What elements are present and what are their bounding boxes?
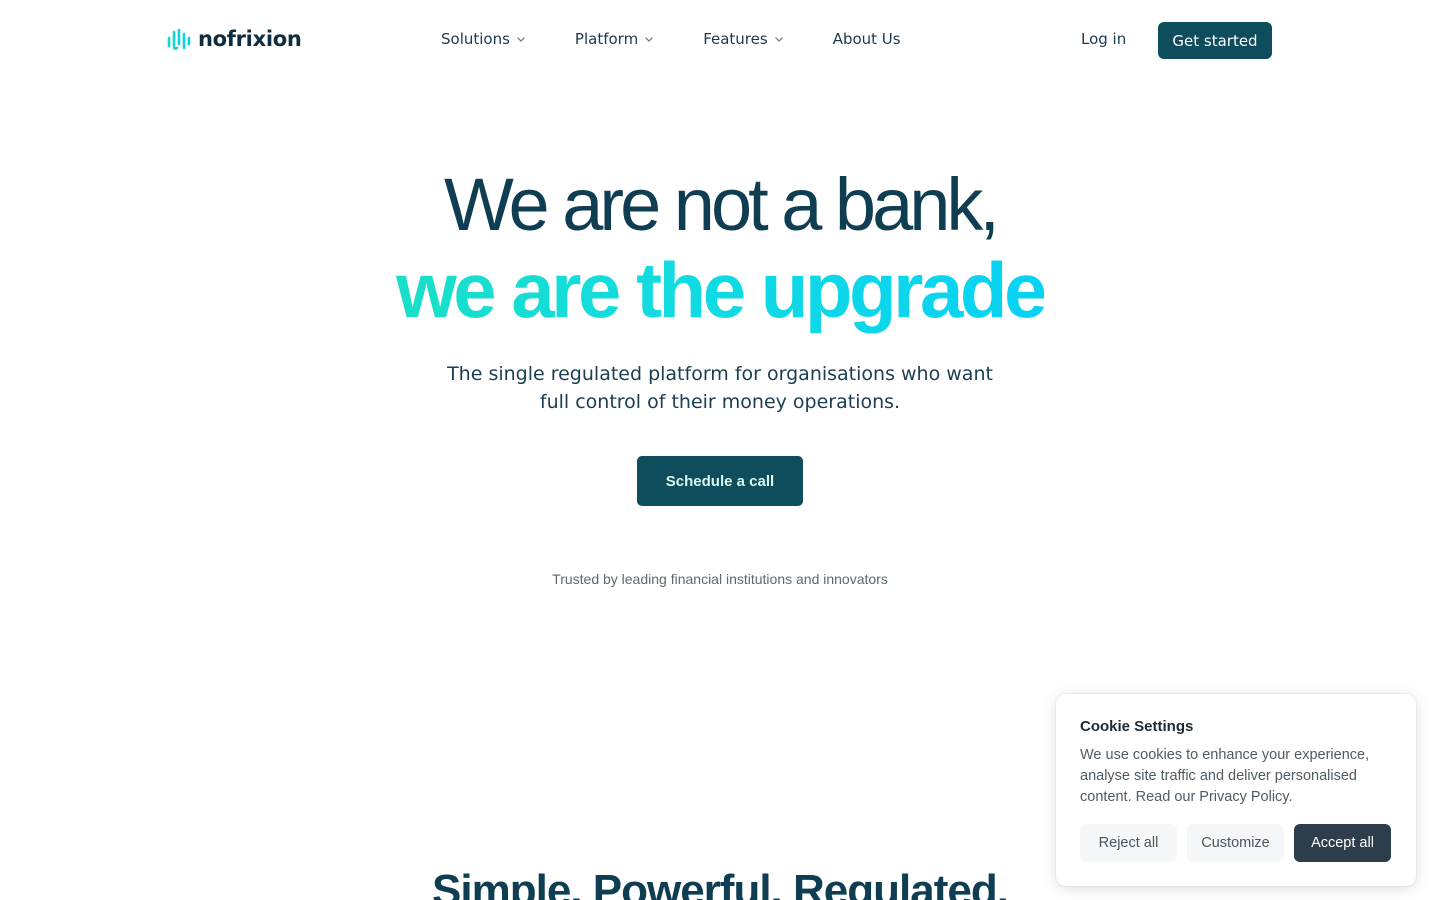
cookie-description: We use cookies to enhance your experienc… xyxy=(1080,747,1370,805)
nav-item-features[interactable]: Features xyxy=(703,30,784,48)
chevron-down-icon xyxy=(774,37,783,42)
customize-button[interactable]: Customize xyxy=(1187,824,1284,862)
cookie-settings-panel: Cookie Settings We use cookies to enhanc… xyxy=(1056,694,1416,886)
hero-subtitle: The single regulated platform for organi… xyxy=(0,360,1440,416)
logo[interactable]: nofrixion xyxy=(166,26,302,52)
logo-text: nofrixion xyxy=(198,27,302,51)
nav-item-label: Features xyxy=(703,30,768,48)
main-nav: Solutions Platform Features About Us xyxy=(441,30,901,48)
chevron-down-icon xyxy=(516,37,525,42)
hero-title-line1: We are not a bank, xyxy=(444,163,1000,246)
cookie-buttons: Reject all Customize Accept all xyxy=(1080,824,1391,862)
hero-title-gradient-text: we are the upgrade xyxy=(396,246,1047,334)
cookie-title: Cookie Settings xyxy=(1080,718,1194,735)
nofrixion-logo-icon xyxy=(167,28,191,50)
nav-item-platform[interactable]: Platform xyxy=(575,30,654,48)
accept-all-button[interactable]: Accept all xyxy=(1294,824,1391,862)
page: nofrixion Solutions Platform Features Ab… xyxy=(0,0,1440,900)
nav-item-label: About Us xyxy=(832,30,901,48)
get-started-button[interactable]: Get started xyxy=(1158,22,1272,59)
reject-all-button[interactable]: Reject all xyxy=(1080,824,1177,862)
site-header: nofrixion Solutions Platform Features Ab… xyxy=(0,0,1440,80)
schedule-call-button[interactable]: Schedule a call xyxy=(637,456,803,506)
nav-item-label: Platform xyxy=(574,30,639,48)
hero-subtitle-line2: full control of their money operations. xyxy=(539,391,901,413)
nav-item-label: Solutions xyxy=(441,30,510,48)
chevron-down-icon xyxy=(645,37,654,42)
nav-item-solutions[interactable]: Solutions xyxy=(441,30,526,48)
hero-subtitle-line1: The single regulated platform for organi… xyxy=(447,363,993,385)
nav-item-about-us[interactable]: About Us xyxy=(833,30,901,48)
trusted-by-text: Trusted by leading financial institution… xyxy=(552,571,888,587)
login-link[interactable]: Log in xyxy=(1081,30,1126,48)
hero-title-line2: we are the upgrade xyxy=(0,244,1440,336)
